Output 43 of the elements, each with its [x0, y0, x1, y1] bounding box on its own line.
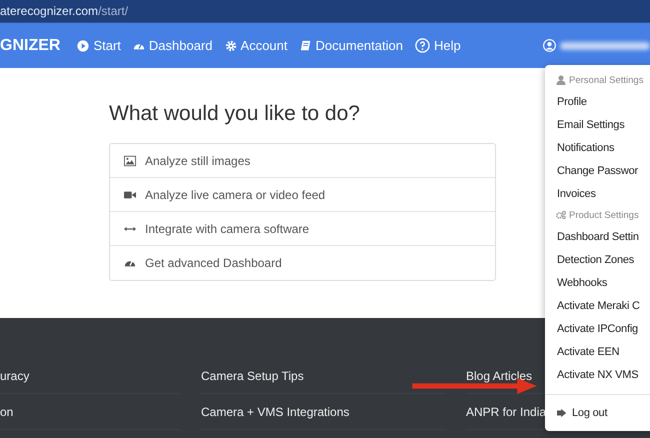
menu-item[interactable]: Webhooks — [545, 271, 650, 294]
user-avatar-icon[interactable] — [543, 39, 556, 52]
nav-link[interactable]: Account — [224, 38, 288, 53]
menu-item[interactable]: Activate NX VMS — [545, 363, 650, 386]
nav-link[interactable]: Documentation — [300, 38, 403, 53]
menu-item[interactable]: Activate IPConfig — [545, 317, 650, 340]
menu-item[interactable]: Activate Meraki C — [545, 294, 650, 317]
footer-link[interactable]: Camera Setup Tips — [201, 368, 304, 382]
footer-link[interactable]: ANPR for India — [466, 404, 546, 418]
brand-logo[interactable]: GNIZER — [0, 36, 60, 54]
book-icon — [300, 40, 312, 52]
user-icon — [556, 75, 566, 85]
menu-item[interactable]: Email Settings — [545, 113, 650, 136]
menu-item[interactable]: Activate EEN — [545, 340, 650, 363]
option-item[interactable]: Analyze live camera or video feed — [110, 178, 495, 212]
footer-link[interactable]: uracy — [0, 368, 30, 382]
menu-section-header: Personal Settings — [545, 70, 650, 90]
address-bar-url[interactable]: aterecognizer.com/start/ — [0, 4, 128, 18]
option-item[interactable]: Get advanced Dashboard — [110, 246, 495, 280]
help-icon — [414, 38, 430, 53]
menu-item[interactable]: Detection Zones — [545, 248, 650, 271]
image-icon — [124, 154, 136, 166]
menu-item[interactable]: Dashboard Settin — [545, 225, 650, 248]
nav-link[interactable]: Dashboard — [132, 38, 213, 53]
video-camera-icon — [124, 188, 136, 200]
menu-item[interactable]: Notifications — [545, 136, 650, 159]
option-item[interactable]: Analyze still images — [110, 144, 495, 178]
logout-icon — [557, 408, 567, 418]
page-heading: What would you like to do? — [109, 102, 360, 126]
gear-icon — [224, 40, 237, 52]
gears-icon — [556, 210, 566, 220]
logout-item[interactable]: Log out — [545, 401, 650, 424]
menu-item[interactable]: Invoices — [545, 182, 650, 205]
menu-section-header: Product Settings — [545, 205, 650, 225]
menu-item[interactable]: Change Passwor — [545, 159, 650, 182]
footer-link[interactable]: Camera + VMS Integrations — [201, 404, 350, 418]
option-item[interactable]: Integrate with camera software — [110, 212, 495, 246]
footer-link[interactable]: Blog Articles — [466, 368, 532, 382]
menu-item[interactable]: Profile — [545, 90, 650, 113]
footer-link[interactable]: on — [0, 404, 14, 418]
nav-link[interactable]: Start — [77, 38, 121, 53]
play-icon — [77, 40, 90, 52]
nav-link[interactable]: Help — [414, 38, 461, 53]
